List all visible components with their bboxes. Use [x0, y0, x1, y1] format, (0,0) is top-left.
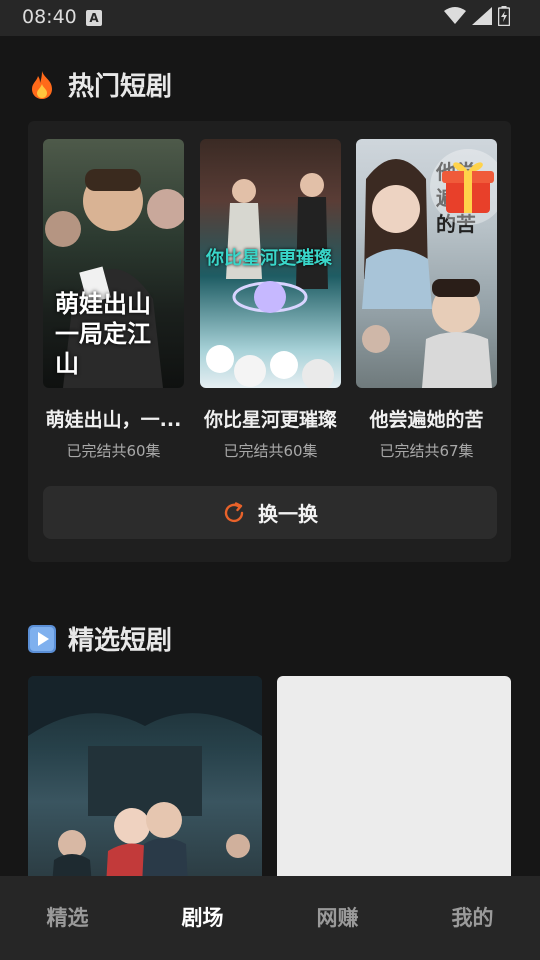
poster-art: [28, 676, 262, 876]
drama-poster[interactable]: 你比星河更璀璨: [200, 139, 341, 388]
drama-title: 萌娃出山，一...: [45, 409, 182, 431]
drama-card[interactable]: 萌娃出山 一局定江山 萌娃出山，一... 已完结共60集: [43, 139, 184, 461]
refresh-button[interactable]: 换一换: [43, 486, 497, 539]
selected-section-header: 精选短剧: [28, 620, 172, 657]
drama-poster[interactable]: 他尝遍她的苦: [356, 139, 497, 388]
bottom-tab-bar: 精选 剧场 网赚 我的: [0, 876, 540, 960]
refresh-label: 换一换: [258, 502, 318, 526]
drama-episodes: 已完结共60集: [223, 442, 318, 460]
status-time: 08:40: [22, 6, 77, 28]
hot-panel: 萌娃出山 一局定江山 萌娃出山，一... 已完结共60集 你比星河更璀璨 你比星…: [28, 121, 511, 562]
drama-title: 你比星河更璀璨: [203, 409, 337, 431]
status-bar: 08:40 A: [0, 0, 540, 36]
drama-title: 他尝遍她的苦: [369, 409, 484, 431]
signal-icon: [472, 7, 492, 25]
battery-icon: [498, 6, 510, 26]
refresh-icon: [224, 501, 244, 522]
selected-drama-card[interactable]: [28, 676, 262, 876]
tab-featured[interactable]: 精选: [0, 876, 135, 960]
selected-section-title: 精选短剧: [68, 626, 173, 656]
drama-card[interactable]: 你比星河更璀璨 你比星河更璀璨 已完结共60集: [200, 139, 341, 461]
drama-episodes: 已完结共60集: [66, 442, 161, 460]
poster-title-text: 萌娃出山 一局定江山: [55, 290, 151, 378]
drama-card[interactable]: 他尝遍她的苦 他尝遍她的苦 已完结共67集: [356, 139, 497, 461]
drama-poster[interactable]: 萌娃出山 一局定江山: [43, 139, 184, 388]
drama-episodes: 已完结共67集: [379, 442, 474, 460]
fire-icon: [32, 70, 52, 99]
poster-title-text: 你比星河更璀璨: [206, 248, 332, 269]
tab-earn[interactable]: 网赚: [270, 876, 405, 960]
system-icons: [444, 6, 510, 26]
tab-mine[interactable]: 我的: [405, 876, 540, 960]
theater-content[interactable]: 热门短剧 萌娃出山 一局定江山 萌娃出山，一... 已完结共60集 你比星河更璀…: [0, 36, 540, 876]
hot-section-header: 热门短剧: [28, 66, 172, 103]
gift-icon[interactable]: [426, 145, 497, 229]
wifi-icon: [444, 7, 466, 24]
hot-section-title: 热门短剧: [68, 72, 173, 102]
notification-icon: A: [86, 10, 102, 26]
selected-drama-card-placeholder[interactable]: [277, 676, 511, 876]
play-icon: [28, 624, 56, 653]
tab-theater[interactable]: 剧场: [135, 876, 270, 960]
